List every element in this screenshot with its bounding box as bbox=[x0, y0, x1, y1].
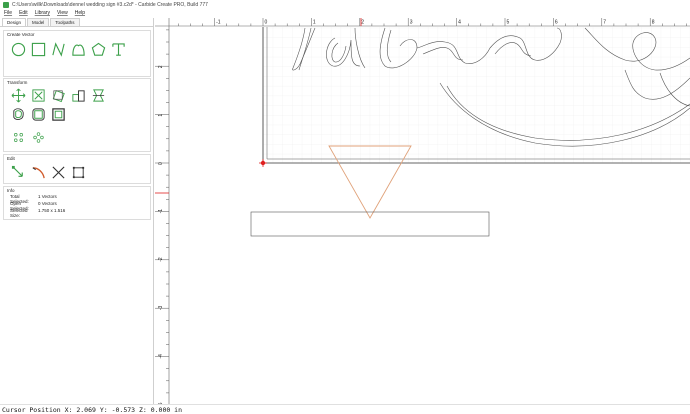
info-section: Info Total Selected: 1 Vectors Open Sele… bbox=[3, 186, 151, 220]
ruler-x-label: 6 bbox=[555, 20, 558, 26]
ruler-y-label: -1 bbox=[158, 209, 164, 214]
array-tool-icon[interactable] bbox=[30, 129, 47, 146]
ruler-y-label: -4 bbox=[158, 354, 164, 359]
edit-title: Edit bbox=[7, 156, 15, 161]
transform-section: Transform bbox=[3, 78, 151, 152]
selected-size-row: Selected Size: 1.750 x 1.516 bbox=[4, 208, 150, 218]
ruler-x-label: 3 bbox=[410, 20, 413, 26]
menu-file[interactable]: File bbox=[4, 10, 12, 16]
ruler-x-label: 0 bbox=[265, 20, 268, 26]
node-edit-tool-icon[interactable] bbox=[10, 129, 27, 146]
fillet-tool-icon[interactable] bbox=[30, 106, 47, 123]
polyline-tool-icon[interactable] bbox=[50, 41, 67, 58]
ruler-y-label: 2 bbox=[158, 65, 164, 68]
stock-grid bbox=[263, 27, 690, 163]
title-bar: C:\Users\willk\Downloads\dennel wedding … bbox=[0, 0, 690, 9]
status-bar: Cursor Position X: 2.069 Y: -0.573 Z: 0.… bbox=[0, 404, 690, 414]
app-window: C:\Users\willk\Downloads\dennel wedding … bbox=[0, 0, 690, 414]
mirror-tool-icon[interactable] bbox=[90, 87, 107, 104]
open-selected-row: Open Selected: 0 Vectors bbox=[4, 201, 150, 211]
ruler-x-label: 5 bbox=[507, 20, 510, 26]
create-vector-title: Create Vector bbox=[7, 32, 35, 37]
open-selected-label: Open Selected: bbox=[10, 201, 29, 211]
panel-tabs: Design Model Toolpaths bbox=[0, 18, 153, 27]
ruler-x-label: 7 bbox=[603, 20, 606, 26]
node-move-tool-icon[interactable] bbox=[10, 164, 27, 181]
ruler-x-label: 2 bbox=[361, 20, 364, 26]
ruler-y-label: 1 bbox=[158, 114, 164, 117]
open-selected-value: 0 Vectors bbox=[38, 201, 57, 206]
selected-size-label: Selected Size: bbox=[10, 208, 28, 218]
horizontal-ruler bbox=[155, 18, 690, 26]
window-title: C:\Users\willk\Downloads\dennel wedding … bbox=[12, 1, 208, 8]
transform-title: Transform bbox=[7, 80, 28, 85]
text-tool-icon[interactable] bbox=[110, 41, 127, 58]
move-tool-icon[interactable] bbox=[10, 87, 27, 104]
offset-tool-icon[interactable] bbox=[10, 106, 27, 123]
trim-tool-icon[interactable] bbox=[50, 164, 67, 181]
create-vector-section: Create Vector bbox=[3, 30, 151, 77]
boolean-tool-icon[interactable] bbox=[50, 106, 67, 123]
total-selected-row: Total Selected: 1 Vectors bbox=[4, 194, 150, 204]
curve-tool-icon[interactable] bbox=[70, 41, 87, 58]
ruler-x-label: 1 bbox=[313, 20, 316, 26]
menu-edit[interactable]: Edit bbox=[19, 10, 28, 16]
total-selected-value: 1 Vectors bbox=[38, 194, 57, 199]
menu-view[interactable]: View bbox=[57, 10, 68, 16]
selected-size-value: 1.750 x 1.516 bbox=[38, 208, 66, 213]
cursor-position-readout: Cursor Position X: 2.069 Y: -0.573 Z: 0.… bbox=[2, 405, 183, 414]
ruler-x-label: 4 bbox=[458, 20, 461, 26]
ruler-y-label: -2 bbox=[158, 257, 164, 262]
ruler-y-label: 0 bbox=[158, 162, 164, 165]
ruler-x-label: 8 bbox=[652, 20, 655, 26]
menu-bar: File Edit Library View Help bbox=[0, 9, 690, 17]
rectangle-tool-icon[interactable] bbox=[30, 41, 47, 58]
tab-toolpaths[interactable]: Toolpaths bbox=[50, 18, 80, 26]
tab-model[interactable]: Model bbox=[27, 18, 50, 26]
rotate-tool-icon[interactable] bbox=[50, 87, 67, 104]
tab-design[interactable]: Design bbox=[2, 18, 27, 26]
app-logo-icon bbox=[3, 1, 9, 8]
polygon-tool-icon[interactable] bbox=[90, 41, 107, 58]
ruler-x-label: -1 bbox=[216, 20, 221, 26]
menu-library[interactable]: Library bbox=[35, 10, 50, 16]
total-selected-label: Total Selected: bbox=[10, 194, 29, 204]
menu-help[interactable]: Help bbox=[75, 10, 85, 16]
scale-tool-icon[interactable] bbox=[30, 87, 47, 104]
ruler-y-label: -3 bbox=[158, 306, 164, 311]
canvas-svg[interactable]: -1012345678210-1-2-3-4-5 bbox=[155, 18, 690, 404]
edit-section: Edit bbox=[3, 154, 151, 184]
info-title: Info bbox=[7, 188, 15, 193]
design-panel: Design Model Toolpaths Create Vector Tra… bbox=[0, 18, 154, 404]
design-canvas[interactable]: -1012345678210-1-2-3-4-5 bbox=[155, 18, 690, 404]
join-tool-icon[interactable] bbox=[70, 164, 87, 181]
align-tool-icon[interactable] bbox=[70, 87, 87, 104]
circle-tool-icon[interactable] bbox=[10, 41, 27, 58]
knife-tool-icon[interactable] bbox=[30, 164, 47, 181]
rectangle-vector[interactable] bbox=[250, 211, 490, 237]
